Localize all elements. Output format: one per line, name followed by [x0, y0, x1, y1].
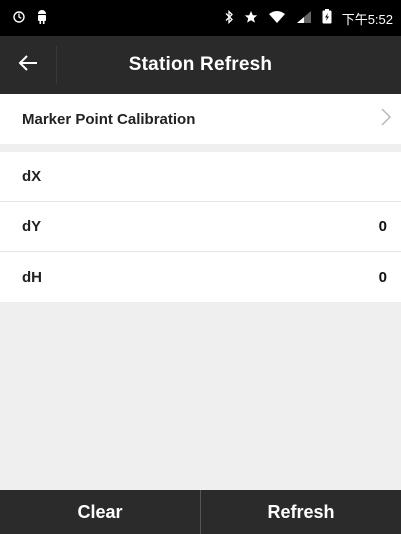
dx-row: dX [0, 152, 401, 202]
signal-icon [296, 10, 312, 27]
dh-label: dH [22, 268, 42, 286]
dx-label: dX [22, 168, 42, 185]
marker-point-calibration-label: Marker Point Calibration [22, 110, 196, 128]
wifi-icon [268, 10, 286, 27]
battery-icon [322, 9, 332, 27]
divider [56, 46, 57, 84]
app-bar: Station Refresh [0, 36, 401, 94]
star-icon [244, 10, 258, 27]
bluetooth-icon [224, 9, 234, 27]
back-button[interactable] [0, 36, 56, 94]
dy-value: 0 [378, 218, 387, 235]
page-title: Station Refresh [128, 54, 273, 75]
status-bar: 下午5:52 [0, 0, 401, 36]
dh-row: dH 0 [0, 252, 401, 302]
android-icon [36, 9, 48, 27]
dy-row: dY 0 [0, 202, 401, 252]
dy-label: dY [22, 218, 42, 235]
marker-point-calibration-row[interactable]: Marker Point Calibration [0, 94, 401, 144]
dh-value: 0 [378, 268, 387, 286]
clear-button[interactable]: Clear [0, 490, 200, 534]
status-time: 下午5:52 [341, 11, 393, 27]
bottom-action-bar: Clear Refresh [0, 490, 401, 534]
sync-icon [12, 10, 26, 27]
status-right-icons: 下午5:52 [224, 9, 393, 28]
refresh-button[interactable]: Refresh [201, 490, 401, 534]
arrow-left-icon [16, 51, 40, 80]
chevron-right-icon [381, 108, 391, 131]
offset-list: dX dY 0 dH 0 [0, 152, 401, 302]
status-left-icons [12, 9, 48, 27]
